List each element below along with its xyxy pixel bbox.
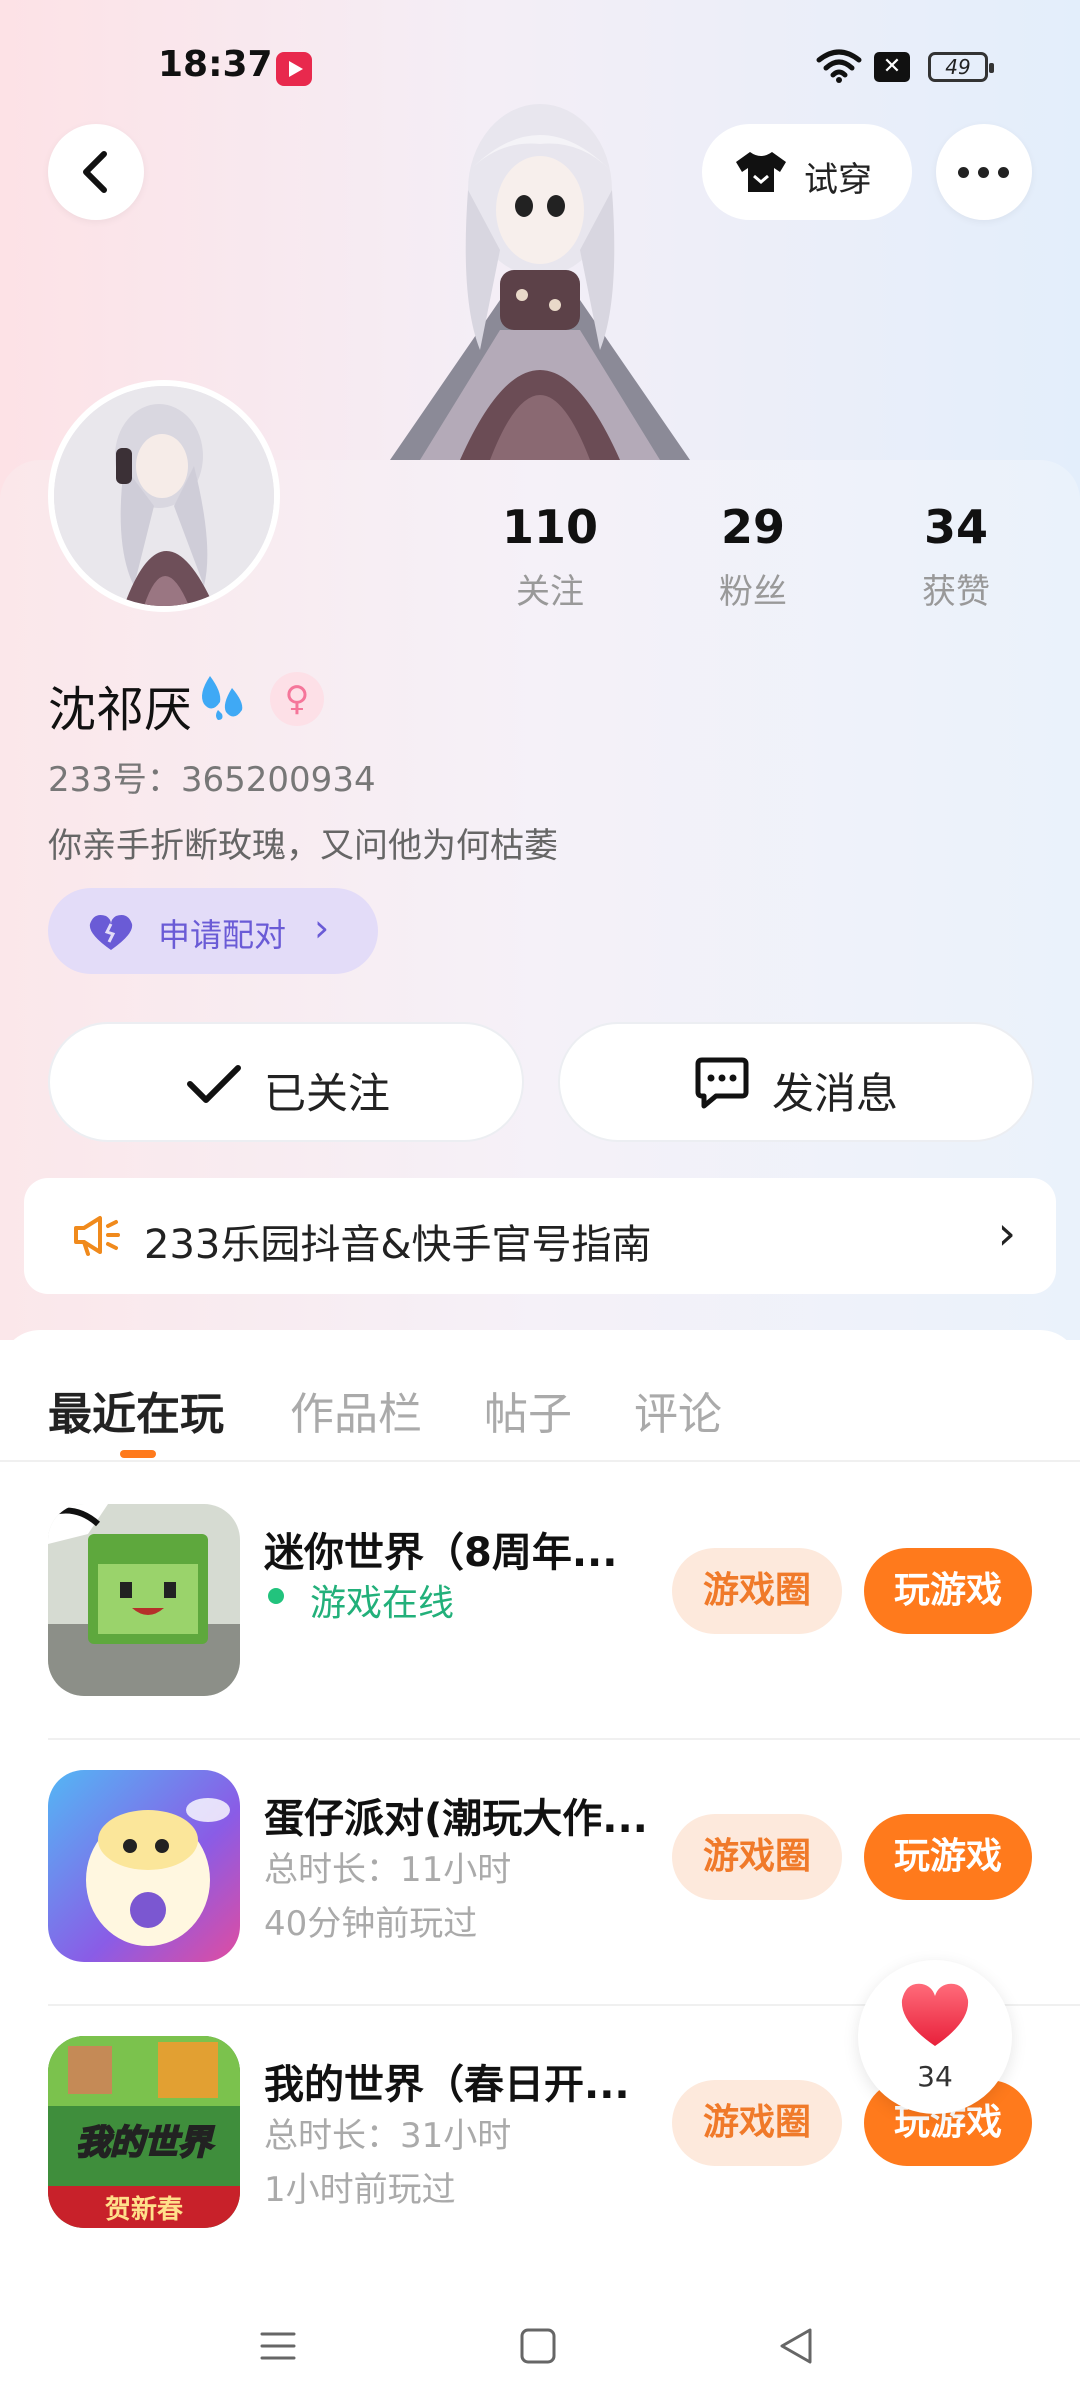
user-id: 233号：365200934 [48, 760, 376, 800]
send-message-label: 发消息 [772, 1069, 899, 1118]
game-circle-button[interactable]: 游戏圈 [672, 2080, 842, 2166]
gender-badge: ♀ [270, 672, 324, 726]
menu-icon[interactable] [258, 2326, 298, 2366]
more-options-button[interactable] [936, 124, 1032, 220]
stat-fans-label: 粉丝 [719, 572, 787, 612]
game-row[interactable]: 蛋仔派对(潮玩大作... 总时长：11小时 40分钟前玩过 游戏圈 玩游戏 [48, 1730, 1080, 1962]
followed-button[interactable]: 已关注 [48, 1022, 524, 1142]
game-last-played: 1小时前玩过 [264, 2170, 456, 2210]
stat-likes[interactable]: 34 获赞 [876, 500, 1036, 613]
online-status-dot [268, 1588, 284, 1604]
content-panel: 最近在玩 作品栏 帖子 评论 迷你世界（8周年... 游戏在线 游戏圈 玩游戏 [0, 1330, 1080, 2400]
chevron-left-icon [83, 151, 107, 193]
game-circle-button[interactable]: 游戏圈 [672, 1548, 842, 1634]
announcement-text: 233乐园抖音&快手官号指南 [144, 1222, 652, 1268]
game-last-played: 40分钟前玩过 [264, 1904, 478, 1944]
game-title: 我的世界（春日开... [264, 2062, 630, 2108]
tab-recently-played[interactable]: 最近在玩 [48, 1378, 224, 1442]
sweat-drops-icon [202, 676, 243, 720]
stat-likes-count: 34 [923, 500, 988, 554]
video-app-icon [276, 52, 312, 86]
profile-stats: 110 关注 29 粉丝 34 获赞 [470, 500, 1050, 620]
like-button[interactable]: 34 [858, 1960, 1012, 2114]
apply-pair-label: 申请配对 [158, 916, 287, 954]
chevron-right-icon: › [997, 1206, 1016, 1260]
heart-icon [89, 915, 133, 950]
announcement-banner[interactable]: 233乐园抖音&快手官号指南 › [24, 1178, 1056, 1294]
tab-posts[interactable]: 帖子 [484, 1378, 572, 1442]
active-tab-indicator [120, 1450, 156, 1458]
game-icon: 我的世界 贺新春 [48, 2036, 240, 2228]
chat-bubble-icon [695, 1057, 749, 1109]
game-online-status: 游戏在线 [310, 1583, 455, 1624]
back-nav-icon[interactable] [776, 2326, 816, 2366]
stat-likes-label: 获赞 [922, 572, 990, 612]
stat-fans[interactable]: 29 粉丝 [673, 500, 833, 613]
chevron-right-icon: › [314, 906, 330, 950]
tshirt-icon [736, 152, 786, 192]
home-icon[interactable] [518, 2326, 558, 2366]
game-icon-banner: 贺新春 [105, 2194, 183, 2225]
system-navigation-bar [0, 2290, 1080, 2400]
more-dots-icon [958, 167, 1010, 178]
stat-fans-count: 29 [720, 500, 785, 554]
game-icon-caption: 我的世界 [76, 2123, 215, 2163]
game-circle-button[interactable]: 游戏圈 [672, 1814, 842, 1900]
back-button[interactable] [48, 124, 144, 220]
send-message-button[interactable]: 发消息 [558, 1022, 1034, 1142]
megaphone-icon [74, 1216, 120, 1256]
game-icon [48, 1770, 240, 1962]
stat-following[interactable]: 110 关注 [470, 500, 630, 613]
check-icon [187, 1065, 241, 1103]
heart-icon [901, 1983, 969, 2046]
try-on-label: 试穿 [804, 160, 872, 200]
tab-comments[interactable]: 评论 [634, 1378, 722, 1442]
like-count: 34 [917, 2060, 953, 2093]
avatar[interactable] [48, 380, 280, 612]
game-row[interactable]: 迷你世界（8周年... 游戏在线 游戏圈 玩游戏 [48, 1464, 1080, 1696]
game-title: 蛋仔派对(潮玩大作... [264, 1796, 648, 1842]
status-bar: 18:37 ✕ 49 [0, 40, 1080, 100]
divider [0, 1460, 1080, 1462]
avatar-image [54, 386, 274, 606]
play-game-button[interactable]: 玩游戏 [864, 1548, 1032, 1634]
profile-bio: 你亲手折断玫瑰，又问他为何枯萎 [48, 826, 558, 866]
status-time: 18:37 [158, 44, 273, 85]
stat-following-label: 关注 [516, 572, 584, 612]
apply-pair-button[interactable]: 申请配对 › [48, 888, 378, 974]
tab-works[interactable]: 作品栏 [290, 1378, 422, 1442]
no-sim-icon: ✕ [874, 52, 910, 82]
game-title: 迷你世界（8周年... [264, 1530, 618, 1576]
profile-name: 沈祁厌 [48, 682, 193, 738]
wifi-icon [816, 49, 862, 83]
try-on-button[interactable]: 试穿 [702, 124, 912, 220]
character-model-image [390, 104, 690, 460]
game-total-duration: 总时长：11小时 [264, 1850, 512, 1890]
game-icon [48, 1504, 240, 1696]
battery-indicator: 49 [928, 52, 994, 82]
play-game-button[interactable]: 玩游戏 [864, 1814, 1032, 1900]
followed-label: 已关注 [264, 1069, 391, 1118]
game-total-duration: 总时长：31小时 [264, 2116, 512, 2156]
stat-following-count: 110 [501, 500, 599, 554]
